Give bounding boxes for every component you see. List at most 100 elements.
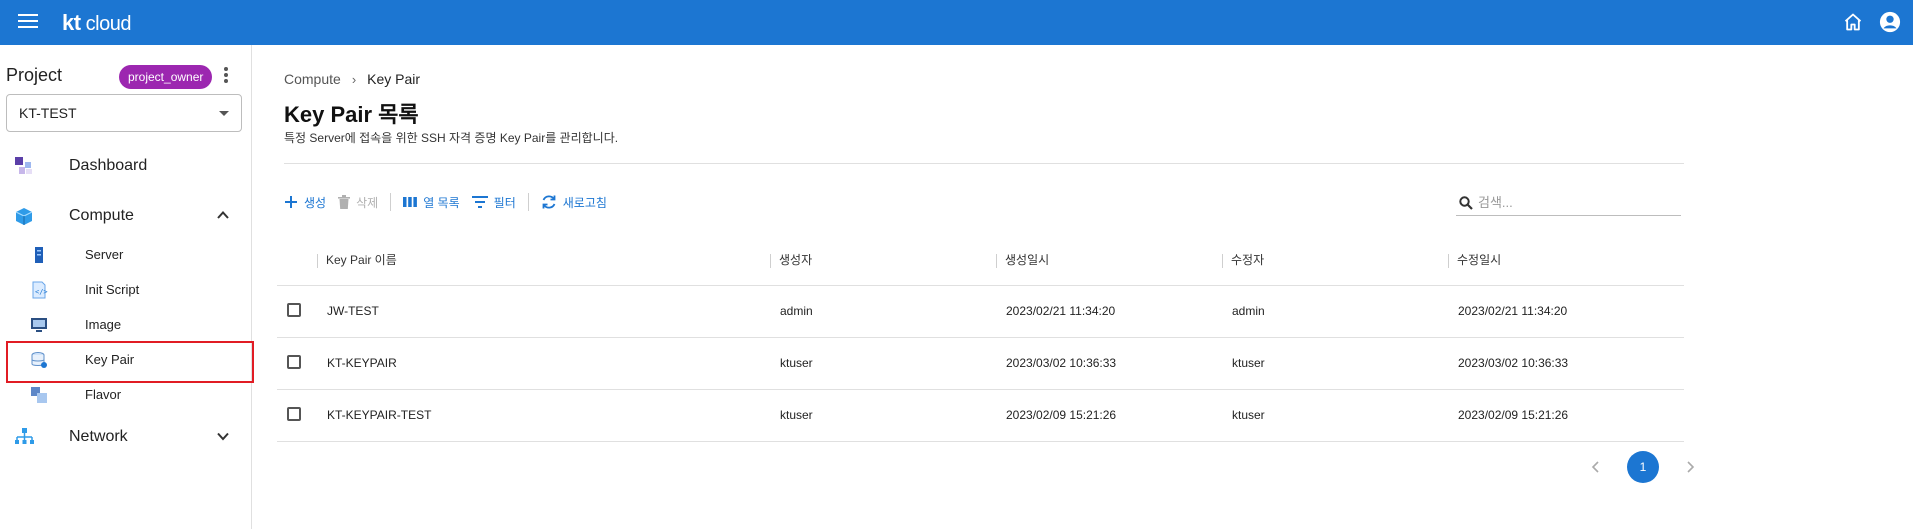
svg-text:</>: </> <box>35 288 48 296</box>
cell-modified-at: 2023/03/02 10:36:33 <box>1450 337 1684 390</box>
cell-creator: ktuser <box>772 337 998 390</box>
columns-icon <box>403 197 418 207</box>
cell-name[interactable]: JW-TEST <box>319 285 772 338</box>
nav-subitem-label: Server <box>85 247 124 262</box>
previous-page-button[interactable] <box>1583 454 1609 480</box>
script-icon: </> <box>32 281 48 299</box>
columns-button[interactable]: 열 목록 <box>403 194 460 211</box>
header-select-cell <box>277 235 319 286</box>
cell-creator: ktuser <box>772 389 998 442</box>
column-header-created-at[interactable]: 생성일시 <box>996 235 1224 286</box>
table-row[interactable]: JW-TEST admin 2023/02/21 11:34:20 admin … <box>277 285 1684 338</box>
search-icon <box>1459 196 1473 210</box>
cell-name[interactable]: KT-KEYPAIR <box>319 337 772 390</box>
dashboard-icon <box>15 157 32 174</box>
dropdown-caret-icon <box>219 111 229 116</box>
cell-name[interactable]: KT-KEYPAIR-TEST <box>319 389 772 442</box>
kt-cloud-logo[interactable]: kt cloud <box>62 10 131 36</box>
project-select-value: KT-TEST <box>19 105 77 121</box>
nav-subitem-image[interactable]: Image <box>0 309 252 339</box>
table-row[interactable]: KT-KEYPAIR ktuser 2023/03/02 10:36:33 kt… <box>277 337 1684 390</box>
row-select-cell <box>277 389 319 442</box>
chevron-right-icon <box>1687 461 1695 473</box>
nav-subitem-label: Init Script <box>85 282 140 297</box>
cell-modifier: ktuser <box>1224 389 1450 442</box>
home-icon[interactable] <box>1843 12 1863 32</box>
refresh-button[interactable]: 새로고침 <box>541 194 607 211</box>
column-header-creator[interactable]: 생성자 <box>770 235 998 286</box>
selection-highlight <box>6 341 254 383</box>
toolbar-separator <box>527 193 529 211</box>
nav-subitem-server[interactable]: Server <box>0 239 252 269</box>
project-label: Project <box>6 65 63 85</box>
table-header-row: Key Pair 이름 생성자 생성일시 수정자 수정일시 <box>277 235 1684 286</box>
filter-icon <box>471 196 488 208</box>
more-options-icon[interactable] <box>222 67 230 87</box>
column-header-modifier[interactable]: 수정자 <box>1222 235 1450 286</box>
cell-modified-at: 2023/02/09 15:21:26 <box>1450 389 1684 442</box>
plus-icon <box>285 196 297 208</box>
filter-button[interactable]: 필터 <box>471 194 516 211</box>
pagination: 1 <box>1583 451 1703 483</box>
chevron-up-icon[interactable] <box>216 208 230 222</box>
sidebar: Project project_owner KT-TEST Dashboard … <box>0 45 254 529</box>
chevron-left-icon <box>1591 461 1599 473</box>
create-button[interactable]: 생성 <box>284 194 326 211</box>
cell-modified-at: 2023/02/21 11:34:20 <box>1450 285 1684 338</box>
filter-label: 필터 <box>493 195 516 210</box>
compute-icon <box>15 208 33 225</box>
nav-item-label: Compute <box>69 207 134 224</box>
key-pair-table: Key Pair 이름 생성자 생성일시 수정자 수정일시 JW-TEST ad… <box>277 235 1684 442</box>
page-title: Key Pair 목록 <box>284 102 419 127</box>
project-select[interactable]: KT-TEST <box>6 94 242 132</box>
row-checkbox[interactable] <box>287 354 301 369</box>
page-number-button[interactable]: 1 <box>1627 451 1659 483</box>
divider <box>284 163 1684 164</box>
nav-subitem-flavor[interactable]: Flavor <box>0 379 252 409</box>
row-checkbox[interactable] <box>287 406 301 421</box>
cell-created-at: 2023/03/02 10:36:33 <box>998 337 1224 390</box>
cell-modifier: admin <box>1224 285 1450 338</box>
account-icon[interactable] <box>1879 11 1901 33</box>
nav-item-network[interactable]: Network <box>0 417 252 457</box>
nav-item-label: Dashboard <box>69 157 148 174</box>
column-header-modified-at[interactable]: 수정일시 <box>1448 235 1684 286</box>
search-input[interactable] <box>1478 191 1678 213</box>
cell-modifier: ktuser <box>1224 337 1450 390</box>
nav-subitem-label: Image <box>85 317 122 332</box>
top-app-bar: kt cloud <box>0 0 1913 45</box>
main-content: Compute › Key Pair Key Pair 목록 특정 Server… <box>253 45 1913 529</box>
create-label: 생성 <box>304 195 327 210</box>
chevron-down-icon[interactable] <box>216 429 230 443</box>
nav-subitem-label: Flavor <box>85 387 122 402</box>
refresh-label: 새로고침 <box>562 195 607 210</box>
server-icon <box>35 247 43 263</box>
toolbar: 생성 삭제 열 목록 필터 새로고침 <box>284 191 619 213</box>
chevron-right-icon: › <box>351 71 357 87</box>
nav-subitem-init-script[interactable]: </> Init Script <box>0 274 252 304</box>
breadcrumb-key-pair: Key Pair <box>367 71 421 87</box>
breadcrumb-compute[interactable]: Compute <box>284 71 341 87</box>
toolbar-separator <box>390 193 392 211</box>
page-description: 특정 Server에 접속을 위한 SSH 자격 증명 Key Pair를 관리… <box>284 131 619 145</box>
row-select-cell <box>277 285 319 338</box>
image-icon <box>31 318 47 332</box>
next-page-button[interactable] <box>1677 454 1703 480</box>
flavor-icon <box>31 387 47 403</box>
row-checkbox[interactable] <box>287 302 301 317</box>
cell-created-at: 2023/02/09 15:21:26 <box>998 389 1224 442</box>
delete-button[interactable]: 삭제 <box>338 194 378 211</box>
trash-icon <box>338 195 351 209</box>
role-badge: project_owner <box>119 65 213 89</box>
cell-created-at: 2023/02/21 11:34:20 <box>998 285 1224 338</box>
network-icon <box>15 428 34 444</box>
nav-item-dashboard[interactable]: Dashboard <box>0 146 252 186</box>
nav-item-label: Network <box>69 428 128 445</box>
table-row[interactable]: KT-KEYPAIR-TEST ktuser 2023/02/09 15:21:… <box>277 389 1684 442</box>
menu-icon[interactable] <box>18 14 38 30</box>
nav-item-compute[interactable]: Compute <box>0 196 252 236</box>
refresh-icon <box>542 195 556 209</box>
cell-creator: admin <box>772 285 998 338</box>
column-header-name[interactable]: Key Pair 이름 <box>317 235 772 286</box>
breadcrumb: Compute › Key Pair <box>284 71 420 87</box>
